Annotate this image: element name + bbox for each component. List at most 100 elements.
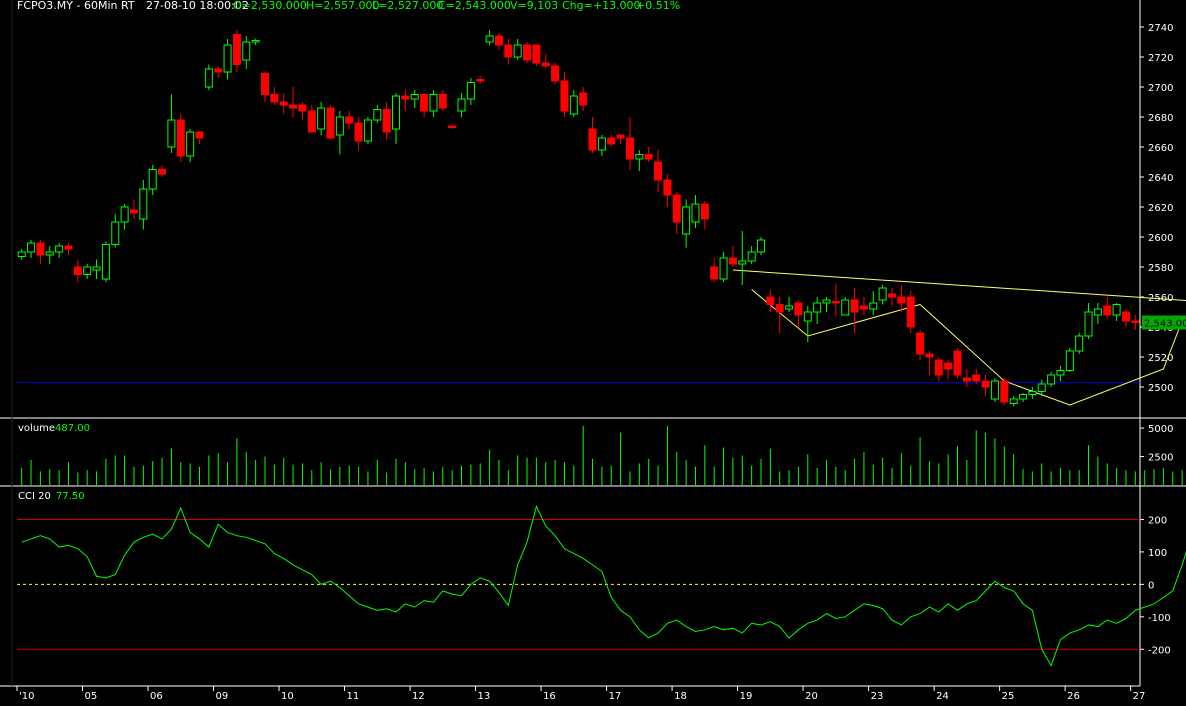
cci-y-tick-label: -100 — [1148, 613, 1171, 624]
x-tick-label: 17 — [609, 691, 622, 702]
candle-body — [710, 266, 719, 280]
candle-body — [1103, 305, 1112, 316]
candle-body — [457, 98, 466, 112]
candle-body — [738, 260, 747, 265]
candle-body — [794, 302, 803, 316]
y-tick-label: 2600 — [1148, 233, 1173, 244]
candle-body — [906, 296, 915, 328]
candle-body — [167, 119, 176, 148]
candle-body — [1121, 311, 1130, 322]
candle-body — [1084, 311, 1093, 337]
candle-body — [756, 239, 765, 253]
candle-body — [251, 40, 260, 43]
candle-body — [1065, 350, 1074, 371]
candle-body — [335, 116, 344, 136]
candle-body — [494, 35, 503, 46]
candle-body — [560, 80, 569, 112]
y-tick-label: 2500 — [1148, 383, 1173, 394]
candle-body — [45, 251, 54, 256]
candle-body — [972, 374, 981, 382]
cci-line — [21, 505, 1186, 667]
candle-body — [635, 154, 644, 160]
candle-body — [803, 311, 812, 322]
candle-body — [139, 188, 148, 220]
candle-body — [204, 68, 213, 88]
candle-body — [616, 134, 625, 139]
candle-body — [354, 122, 363, 142]
candle-body — [1000, 380, 1009, 403]
y-tick-label: 2740 — [1148, 23, 1173, 34]
candle-body — [1047, 374, 1056, 385]
candle-body — [466, 82, 475, 100]
x-tick-label: 24 — [936, 691, 949, 702]
candle-body — [129, 209, 138, 214]
candle-body — [813, 302, 822, 313]
candle-body — [195, 131, 204, 139]
y-tick-label: 2580 — [1148, 263, 1173, 274]
candle-body — [532, 44, 541, 64]
cci-y-tick-label: -200 — [1148, 645, 1171, 656]
candle-body — [944, 362, 953, 370]
candle-body — [382, 109, 391, 133]
candle-body — [111, 221, 120, 245]
candle-body — [1075, 335, 1084, 352]
volume-current: 487.00 — [55, 423, 90, 434]
candle-body — [27, 242, 36, 253]
candle-body — [1019, 394, 1028, 400]
candle-body — [869, 302, 878, 310]
candle-body — [672, 194, 681, 223]
x-tick-label: 06 — [150, 691, 163, 702]
y-tick-label: 2520 — [1148, 353, 1173, 364]
candle-body — [925, 353, 934, 358]
candle-body — [775, 304, 784, 313]
candle-body — [438, 94, 447, 109]
candle-body — [551, 65, 560, 82]
last-price-label: 2,543.00 — [1144, 319, 1186, 330]
candle-body — [232, 34, 241, 65]
cci-current: 77.50 — [56, 491, 85, 502]
candle-body — [887, 293, 897, 298]
candle-body — [953, 350, 962, 376]
candle-body — [513, 44, 522, 58]
candle-body — [373, 109, 382, 121]
candle-body — [270, 94, 279, 103]
y-tick-label: 2660 — [1148, 143, 1173, 154]
candle-body — [916, 332, 925, 355]
candle-body — [392, 95, 401, 130]
candle-body — [92, 266, 101, 271]
candle-body — [841, 299, 850, 316]
y-tick-label: 2720 — [1148, 53, 1173, 64]
x-tick-label: 16 — [543, 691, 556, 702]
x-tick-label: 09 — [216, 691, 229, 702]
candle-body — [120, 206, 129, 223]
candle-body — [523, 44, 532, 61]
candle-body — [1093, 308, 1102, 316]
cci-y-tick-label: 0 — [1148, 580, 1154, 591]
candle-body — [625, 137, 634, 160]
candle-body — [64, 245, 73, 250]
candle-body — [1028, 391, 1037, 395]
candle-body — [223, 44, 232, 73]
candle-body — [607, 137, 616, 145]
candle-body — [345, 116, 354, 124]
candle-body — [101, 244, 110, 280]
candle-body — [785, 305, 794, 310]
price-chart[interactable]: 2500252025402560258026002620264026602680… — [0, 0, 1186, 706]
x-tick-label: 19 — [740, 691, 753, 702]
x-tick-label: 20 — [805, 691, 818, 702]
candle-body — [569, 95, 578, 115]
candle-body — [401, 95, 410, 100]
cci-y-tick-label: 200 — [1148, 515, 1167, 526]
candle-body — [747, 251, 756, 262]
candle-body — [73, 266, 82, 275]
volume-y-tick-label: 5000 — [1148, 424, 1173, 435]
cci-title: CCI 20 — [18, 491, 51, 502]
candle-body — [242, 41, 251, 61]
candle-body — [831, 301, 840, 304]
candle-body — [83, 266, 92, 275]
volume-title: volume — [18, 423, 55, 434]
candle-body — [719, 257, 728, 280]
candle-body — [317, 107, 326, 130]
candle-body — [850, 299, 859, 313]
candle-body — [934, 359, 943, 376]
